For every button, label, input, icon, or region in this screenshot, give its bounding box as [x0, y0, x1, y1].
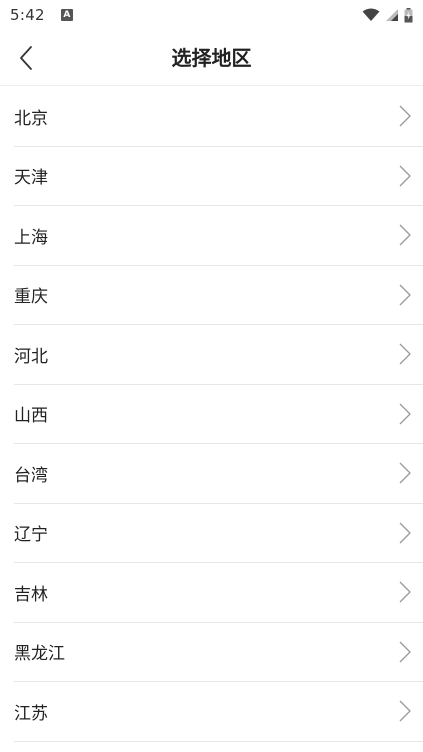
chevron-right-icon [399, 165, 411, 187]
chevron-right-icon [399, 462, 411, 484]
status-icons [362, 7, 413, 23]
chevron-right-icon [399, 105, 411, 127]
region-item-heilongjiang[interactable]: 黑龙江 [14, 623, 423, 682]
chevron-right-icon [399, 641, 411, 663]
status-bar: 5:42 A [0, 0, 423, 30]
region-label: 辽宁 [14, 525, 48, 546]
region-label: 台湾 [14, 465, 48, 486]
region-item-shanxi[interactable]: 山西 [14, 385, 423, 444]
chevron-right-icon [399, 700, 411, 722]
region-item-liaoning[interactable]: 辽宁 [14, 504, 423, 563]
region-label: 重庆 [14, 287, 48, 308]
chevron-left-icon [20, 46, 32, 70]
battery-icon [404, 7, 413, 22]
region-item-shanghai[interactable]: 上海 [14, 206, 423, 266]
region-item-chongqing[interactable]: 重庆 [14, 266, 423, 325]
region-label: 黑龙江 [14, 644, 65, 665]
region-label: 河北 [14, 346, 48, 367]
status-time: 5:42 [10, 6, 45, 24]
chevron-right-icon [399, 403, 411, 425]
page-title: 选择地区 [171, 46, 252, 70]
region-list: 北京 天津 上海 重庆 河北 山西 台湾 辽宁 吉林 黑龙江 江苏 [0, 87, 423, 742]
region-label: 吉林 [14, 584, 48, 605]
region-item-hebei[interactable]: 河北 [14, 325, 423, 385]
region-item-tianjin[interactable]: 天津 [14, 147, 423, 206]
chevron-right-icon [399, 522, 411, 544]
region-item-taiwan[interactable]: 台湾 [14, 444, 423, 504]
region-label: 上海 [14, 227, 48, 248]
chevron-right-icon [399, 224, 411, 246]
region-label: 天津 [14, 168, 48, 189]
back-button[interactable] [6, 38, 46, 78]
region-item-jiangsu[interactable]: 江苏 [14, 682, 423, 742]
chevron-right-icon [399, 581, 411, 603]
region-label: 江苏 [14, 703, 48, 724]
notification-icon: A [60, 9, 73, 21]
region-label: 北京 [14, 108, 48, 129]
wifi-icon [362, 8, 380, 21]
region-item-beijing[interactable]: 北京 [14, 87, 423, 147]
nav-bar: 选择地区 [0, 30, 423, 86]
chevron-right-icon [399, 343, 411, 365]
region-item-jilin[interactable]: 吉林 [14, 563, 423, 623]
chevron-right-icon [399, 284, 411, 306]
cell-signal-icon [386, 9, 398, 21]
region-label: 山西 [14, 406, 48, 427]
